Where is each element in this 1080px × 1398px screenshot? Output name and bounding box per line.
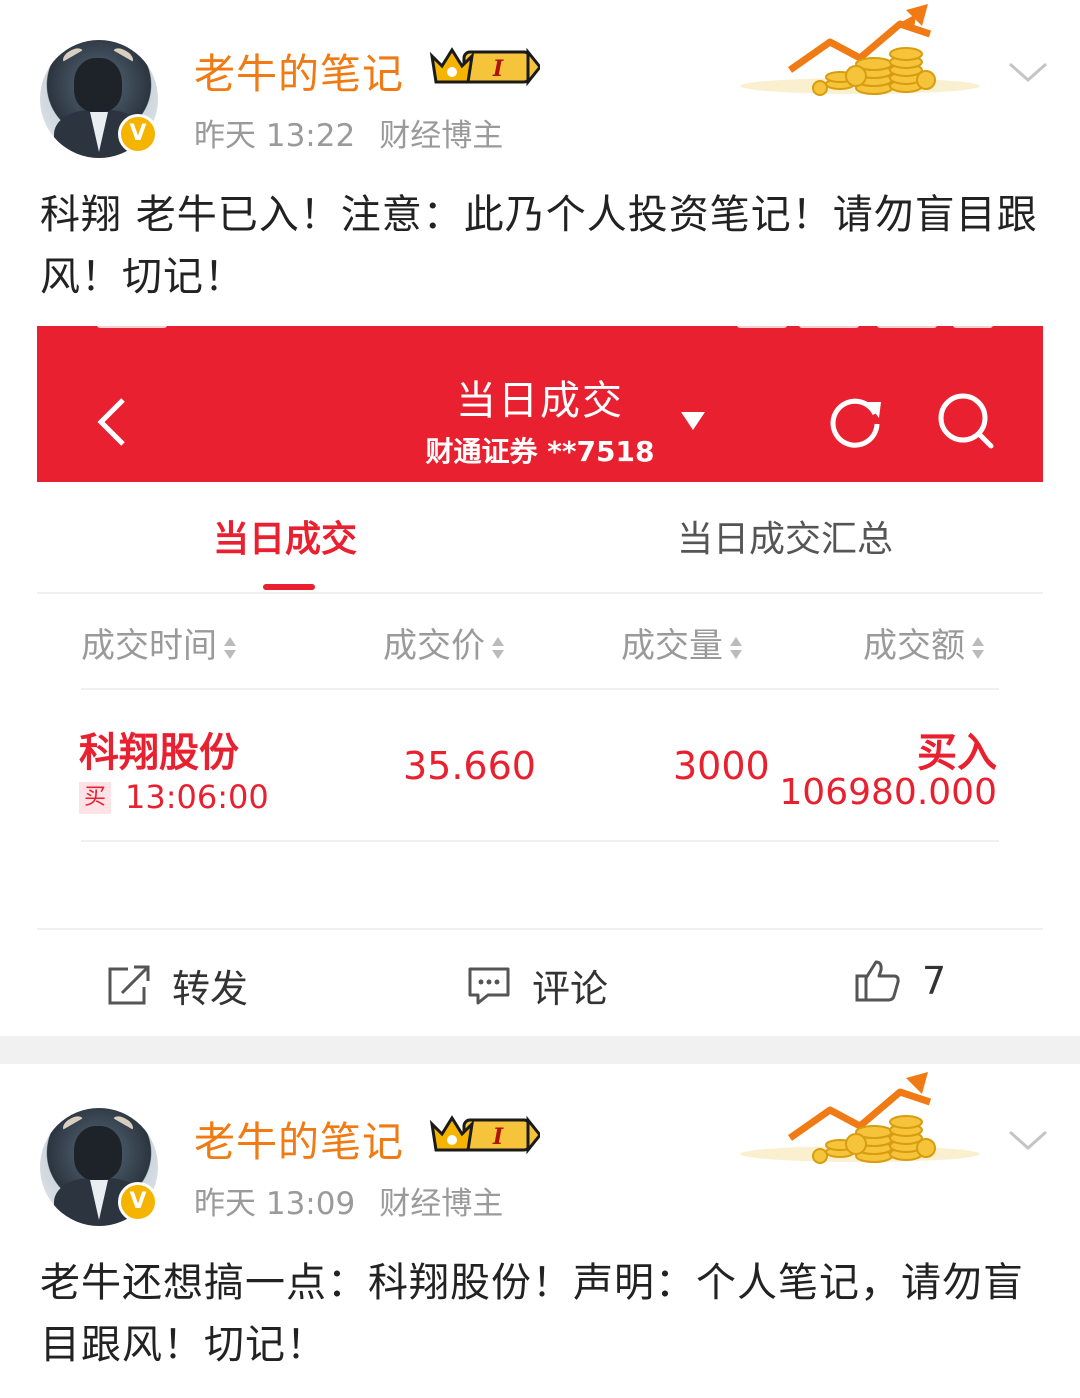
post-text: 科翔 老牛已入！注意：此乃个人投资笔记！请勿盲目跟风！切记！	[40, 192, 1038, 300]
app-title: 当日成交	[456, 378, 624, 424]
username[interactable]: 老牛的笔记	[194, 40, 404, 100]
trade-time: 13:06:00	[125, 778, 269, 816]
like-icon	[855, 960, 900, 1002]
svg-text:I: I	[492, 1124, 504, 1150]
divider	[37, 592, 1043, 594]
post-card: V 老牛的笔记 I 昨天 13:09 财经博主 老牛还想搞一点：科翔股份！声明：个…	[0, 1064, 1080, 1398]
post-card: V 老牛的笔记 I 昨天 13:22 财经博主 科翔 老牛已入！注意：此乃个人投资…	[0, 0, 1080, 1036]
username[interactable]: 老牛的笔记	[194, 1108, 404, 1168]
divider	[81, 840, 999, 842]
post-category: 财经博主	[379, 118, 504, 154]
trade-amount: 106980.000	[779, 772, 997, 813]
trade-screenshot[interactable]: 当日成交 财通证券 **7518 当日成交 当日成交汇总 成交时间 成交价 成交…	[37, 326, 1043, 930]
tab-indicator	[263, 584, 315, 590]
divider	[37, 928, 1043, 930]
refresh-icon[interactable]	[827, 392, 883, 448]
column-header-amount[interactable]: 成交额	[863, 618, 985, 667]
status-bar	[87, 326, 997, 332]
tab-daily-trades[interactable]: 当日成交	[213, 510, 357, 562]
stock-name: 科翔股份	[79, 730, 239, 776]
post-time: 昨天 13:22	[194, 118, 356, 154]
column-header-time[interactable]: 成交时间	[81, 618, 237, 667]
like-count: 7	[922, 959, 947, 1003]
app-header: 当日成交 财通证券 **7518	[37, 326, 1043, 482]
trade-direction: 买入	[917, 730, 997, 776]
sort-icon	[972, 636, 984, 659]
sort-icon	[730, 636, 742, 659]
crown-badge: I	[429, 1115, 540, 1155]
verified-badge: V	[118, 1182, 158, 1222]
search-icon[interactable]	[935, 390, 997, 452]
comment-label: 评论	[532, 967, 609, 1011]
sort-icon	[224, 636, 236, 659]
broker-account: 财通证券 **7518	[425, 435, 655, 468]
forward-button[interactable]: 转发	[106, 958, 248, 1013]
trade-price: 35.660	[403, 744, 536, 788]
post-time: 昨天 13:09	[194, 1186, 356, 1222]
post-meta: 昨天 13:22 财经博主	[194, 110, 503, 155]
dropdown-icon[interactable]	[679, 410, 707, 432]
sort-icon	[492, 636, 504, 659]
coins-arrow-decoration	[740, 4, 980, 96]
chevron-down-icon[interactable]	[1006, 50, 1050, 94]
buy-tag: 买	[79, 782, 111, 814]
feed-separator	[0, 1036, 1080, 1064]
post-text: 老牛还想搞一点：科翔股份！声明：个人笔记，请勿盲目跟风！切记！	[40, 1260, 1024, 1368]
trade-quantity: 3000	[673, 744, 770, 788]
comment-button[interactable]: 评论	[466, 958, 608, 1013]
post-category: 财经博主	[379, 1186, 504, 1222]
forward-label: 转发	[172, 967, 249, 1011]
forward-icon	[108, 965, 150, 1004]
comment-icon	[468, 967, 510, 1004]
tab-daily-summary[interactable]: 当日成交汇总	[677, 510, 893, 562]
column-header-quantity[interactable]: 成交量	[621, 618, 743, 667]
crown-badge: I	[429, 47, 540, 87]
chevron-down-icon[interactable]	[1006, 1118, 1050, 1162]
post-meta: 昨天 13:09 财经博主	[194, 1178, 503, 1223]
verified-badge: V	[118, 114, 158, 154]
like-button[interactable]: 7	[854, 958, 946, 1004]
column-header-price[interactable]: 成交价	[383, 618, 505, 667]
coins-arrow-decoration	[740, 1072, 980, 1164]
svg-text:I: I	[492, 56, 504, 82]
divider	[81, 688, 999, 690]
